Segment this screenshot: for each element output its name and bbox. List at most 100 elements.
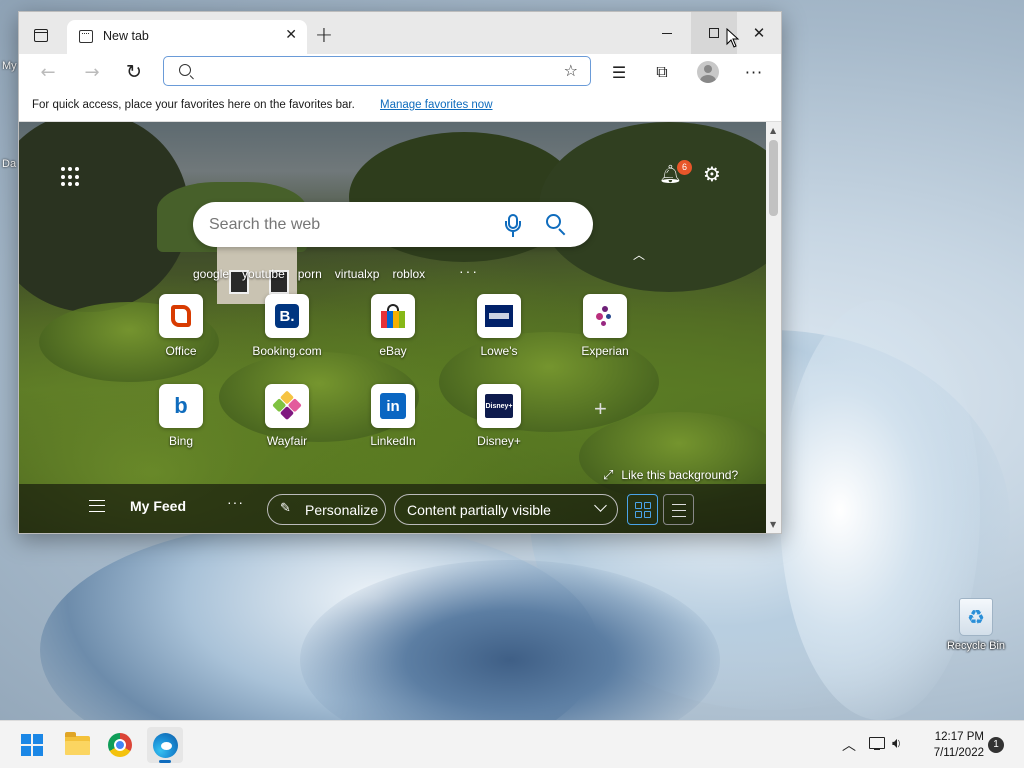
quick-link-label: Office [165, 344, 197, 358]
refresh-button[interactable]: ↻ [119, 58, 149, 86]
wallpaper-petal [780, 300, 980, 720]
app-launcher-icon[interactable] [61, 167, 81, 187]
trending-link[interactable]: roblox [392, 267, 425, 283]
search-icon [179, 64, 191, 76]
new-tab-button[interactable]: + [309, 22, 339, 48]
tab-new-tab[interactable]: New tab ✕ [67, 20, 307, 54]
quick-link-label: Lowe's [480, 344, 518, 358]
back-button[interactable]: ← [33, 58, 63, 86]
wayfair-icon [265, 384, 309, 428]
show-hidden-icons-icon[interactable]: ︿ [842, 735, 856, 755]
desktop-icon-label[interactable]: My [2, 60, 17, 72]
quick-link-label: eBay [379, 344, 407, 358]
close-tab-icon[interactable]: ✕ [285, 26, 297, 43]
network-icon[interactable] [869, 737, 885, 750]
recycle-bin-label: Recycle Bin [946, 640, 1006, 652]
tab-actions-icon [34, 28, 48, 42]
forward-button[interactable]: → [77, 58, 107, 86]
toolbar: ← → ↻ ☆ ☰ ⧉ ··· [19, 54, 781, 90]
add-favorite-icon[interactable]: ☆ [564, 61, 578, 80]
search-icon[interactable] [545, 213, 569, 237]
trending-searches: google youtube porn virtualxp roblox [193, 267, 438, 283]
quick-link-ebay[interactable]: eBay [353, 294, 433, 358]
close-window-button[interactable]: ✕ [739, 18, 779, 48]
content-visibility-label: Content partially visible [407, 502, 551, 518]
quick-link-wayfair[interactable]: Wayfair [247, 384, 327, 448]
manage-favorites-link[interactable]: Manage favorites now [380, 99, 493, 111]
chevron-up-icon[interactable]: ︿ [633, 246, 645, 263]
web-search-input[interactable] [209, 213, 479, 237]
quick-link-linkedin[interactable]: in LinkedIn [353, 384, 433, 448]
scrollbar-thumb[interactable] [769, 140, 778, 216]
quick-link-booking[interactable]: B. Booking.com [247, 294, 327, 358]
disney-plus-icon: Disney+ [477, 384, 521, 428]
feed-bar: My Feed ··· ✎ Personalize Content partia… [19, 484, 766, 533]
web-search-box[interactable] [193, 202, 593, 247]
settings-more-button[interactable]: ··· [739, 58, 769, 86]
profile-button[interactable] [693, 58, 723, 86]
hamburger-menu-icon[interactable] [89, 500, 105, 512]
add-quick-link-button[interactable]: + [594, 396, 607, 422]
quick-link-office[interactable]: Office [141, 294, 221, 358]
minimize-icon [662, 32, 672, 34]
desktop-icon-label[interactable]: Da [2, 158, 16, 170]
file-explorer-button[interactable] [59, 727, 95, 763]
quick-link-experian[interactable]: Experian [565, 294, 645, 358]
trending-link[interactable]: youtube [242, 267, 285, 283]
clock-time: 12:17 PM [934, 731, 984, 743]
favorites-bar-message: For quick access, place your favorites h… [32, 99, 355, 111]
edge-button[interactable] [147, 727, 183, 763]
ebay-icon [371, 294, 415, 338]
more-options-icon[interactable]: ··· [227, 494, 244, 510]
start-button[interactable] [14, 727, 50, 763]
like-background-label: Like this background? [621, 468, 739, 482]
chrome-button[interactable] [102, 727, 138, 763]
gear-icon[interactable]: ⚙ [703, 162, 727, 186]
chevron-down-icon [594, 499, 607, 512]
expand-icon: ⤢ [603, 468, 614, 483]
my-feed-tab[interactable]: My Feed [130, 498, 186, 514]
more-trending-icon[interactable]: ··· [459, 263, 479, 279]
volume-icon[interactable]: 🔉︎ [892, 734, 901, 752]
trending-link[interactable]: virtualxp [335, 267, 380, 283]
avatar [697, 61, 719, 83]
active-indicator [159, 760, 171, 763]
quick-link-label: Disney+ [477, 434, 521, 448]
minimize-button[interactable] [647, 18, 687, 48]
trending-link[interactable]: porn [298, 267, 322, 283]
linkedin-icon: in [371, 384, 415, 428]
booking-logo: B. [275, 304, 299, 328]
tab-title: New tab [103, 29, 149, 43]
maximize-icon [709, 28, 719, 38]
grid-view-button[interactable] [627, 494, 658, 525]
scroll-down-icon[interactable]: ▼ [770, 520, 776, 529]
notification-center-badge[interactable]: 1 [988, 737, 1004, 753]
tab-actions-button[interactable] [27, 24, 55, 46]
taskbar: ︿ 🔉︎ 12:17 PM 7/11/2022 1 [0, 720, 1024, 768]
vertical-scrollbar[interactable]: ▲ ▼ [766, 122, 781, 533]
favorites-button[interactable]: ☰ [604, 58, 634, 86]
scroll-up-icon[interactable]: ▲ [770, 126, 776, 135]
recycle-bin[interactable]: Recycle Bin [944, 598, 1008, 652]
address-bar[interactable]: ☆ [163, 56, 591, 86]
list-view-button[interactable] [663, 494, 694, 525]
quick-link-label: Booking.com [252, 344, 322, 358]
quick-link-label: Experian [581, 344, 629, 358]
collections-button[interactable]: ⧉ [647, 58, 677, 86]
folder-icon [64, 731, 90, 755]
quick-link-disney[interactable]: Disney+ Disney+ [459, 384, 539, 448]
browser-window: New tab ✕ + ✕ ← → ↻ ☆ ☰ ⧉ ··· For quick … [18, 11, 782, 534]
trending-link[interactable]: google [193, 267, 229, 283]
like-background-link[interactable]: ⤢ Like this background? [603, 468, 738, 483]
notification-badge: 6 [677, 160, 692, 175]
microphone-icon[interactable] [505, 212, 521, 238]
linkedin-logo: in [380, 393, 406, 419]
quick-link-lowes[interactable]: Lowe's [459, 294, 539, 358]
quick-link-bing[interactable]: b Bing [141, 384, 221, 448]
content-visibility-dropdown[interactable]: Content partially visible [394, 494, 618, 525]
address-input[interactable] [202, 61, 542, 81]
personalize-button[interactable]: ✎ Personalize [267, 494, 386, 525]
quick-link-label: Wayfair [266, 434, 308, 448]
title-bar[interactable]: New tab ✕ + ✕ [19, 12, 781, 54]
clock[interactable]: 12:17 PM 7/11/2022 [918, 729, 984, 761]
